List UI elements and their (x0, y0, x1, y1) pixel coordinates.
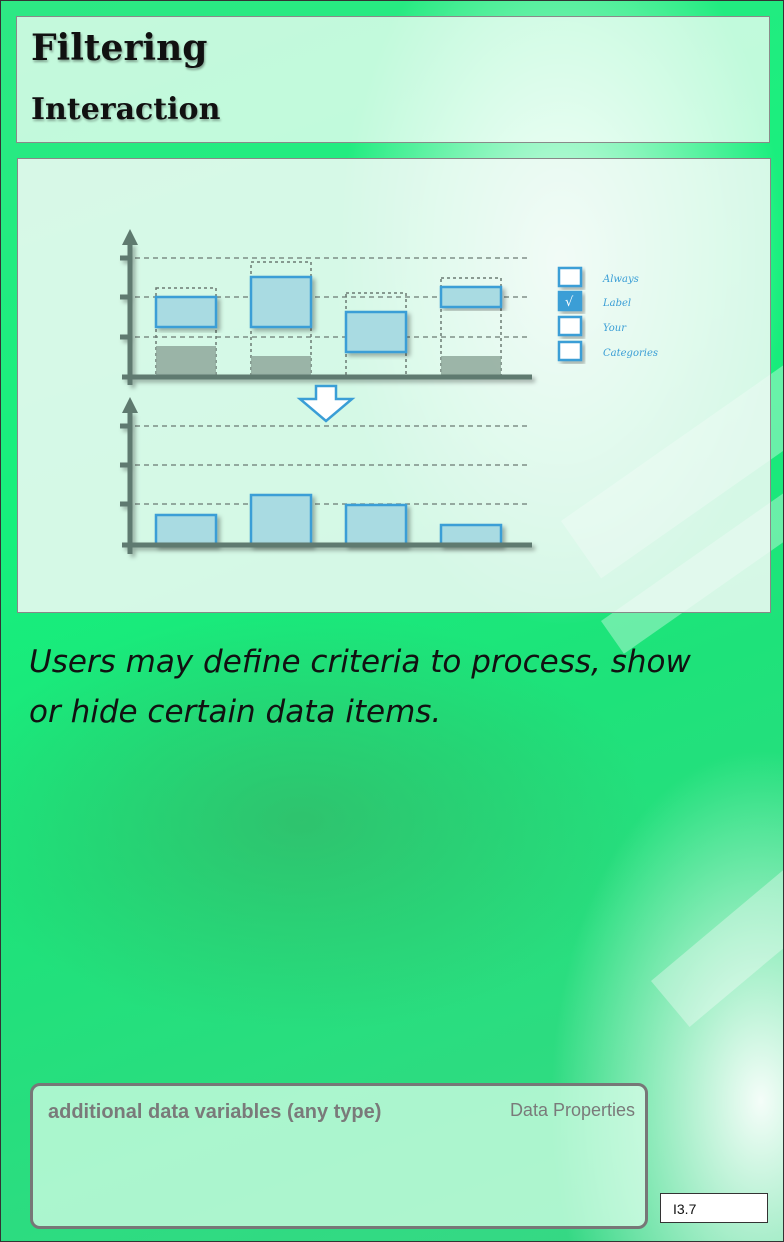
bar (249, 493, 313, 547)
checkbox-label: Always (602, 274, 639, 285)
bar-visible-part (344, 310, 408, 354)
axis-arrow-icon (122, 229, 138, 245)
arrow-down-icon (296, 384, 356, 423)
check-mark-icon: √ (565, 295, 574, 310)
bar-visible-part (439, 285, 503, 309)
data-properties-tag: Data Properties (509, 1100, 635, 1120)
illustration-panel: Always √ Label Your Categories (17, 158, 771, 613)
title-box: Filtering Interaction (16, 16, 770, 143)
checkbox-always[interactable] (557, 266, 583, 288)
bar (344, 503, 408, 547)
checkbox-label: Categories (603, 348, 658, 359)
bottom-chart-gridlines (126, 425, 528, 505)
background-streak (651, 839, 783, 1027)
bar-filtered-part (441, 356, 501, 376)
data-properties-box: additional data variables (any type) Dat… (30, 1083, 648, 1229)
description-text: Users may define criteria to process, sh… (29, 644, 691, 730)
checkbox-list: Always √ Label Your Categories (557, 266, 658, 362)
bar-visible-part (154, 295, 218, 329)
bar-visible-part (249, 275, 313, 329)
filtering-card: Filtering Interaction Always √ Label You… (0, 0, 784, 1242)
card-code-badge: I3.7 (660, 1193, 768, 1223)
checkbox-label: Label (602, 298, 631, 309)
axis-arrow-icon (122, 397, 138, 413)
top-chart-bars (154, 261, 503, 377)
bar (439, 523, 503, 547)
checkbox-label: Your (603, 323, 627, 334)
checkbox-categories[interactable] (557, 340, 583, 362)
page-title: Filtering (31, 27, 208, 69)
page-subtitle: Interaction (31, 92, 221, 127)
bar-filtered-part (156, 346, 216, 376)
bar-filtered-part (251, 356, 311, 376)
data-properties-label: additional data variables (any type) (48, 1101, 382, 1123)
bar (154, 513, 218, 547)
checkbox-your[interactable] (557, 315, 583, 337)
filtering-illustration: Always √ Label Your Categories (120, 229, 658, 554)
bottom-chart-bars (154, 493, 503, 547)
